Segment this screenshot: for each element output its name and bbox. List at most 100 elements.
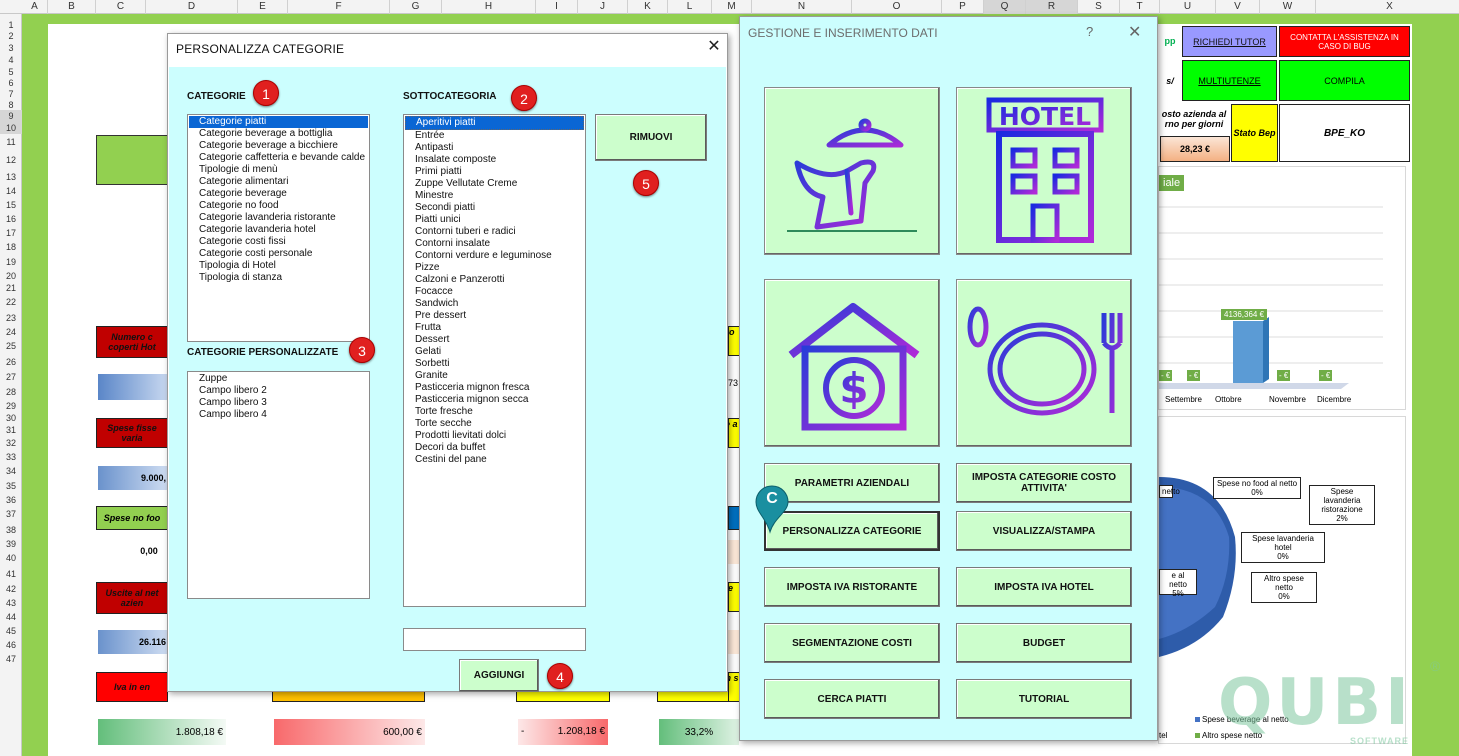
list-item[interactable]: Primi piatti xyxy=(404,166,585,178)
column-header-j[interactable]: J xyxy=(578,0,628,14)
row-header-11[interactable]: 11 xyxy=(0,134,22,150)
column-header-g[interactable]: G xyxy=(390,0,442,14)
row-header-16[interactable]: 16 xyxy=(0,212,22,226)
column-header-o[interactable]: O xyxy=(852,0,942,14)
list-item[interactable]: Prodotti lievitati dolci xyxy=(404,430,585,442)
list-item[interactable]: Granite xyxy=(404,370,585,382)
row-header-24[interactable]: 24 xyxy=(0,326,22,338)
row-header-27[interactable]: 27 xyxy=(0,370,22,384)
column-header-a[interactable]: A xyxy=(22,0,48,14)
row-header-21[interactable]: 21 xyxy=(0,282,22,294)
list-item[interactable]: Tipologia di stanza xyxy=(188,272,369,284)
column-header-h[interactable]: H xyxy=(442,0,536,14)
categorie-personalizzate-listbox[interactable]: Zuppe Campo libero 2 Campo libero 3 Campo l… xyxy=(187,371,370,599)
list-item[interactable]: Contorni tuberi e radici xyxy=(404,226,585,238)
categorie-listbox[interactable]: Categorie piatti Categorie beverage a bot… xyxy=(187,114,370,342)
column-header-c[interactable]: C xyxy=(96,0,146,14)
row-header-23[interactable]: 23 xyxy=(0,310,22,326)
row-header-14[interactable]: 14 xyxy=(0,184,22,198)
list-item[interactable]: Entrée xyxy=(404,130,585,142)
contatta-assistenza-button[interactable]: CONTATTA L'ASSISTENZA IN CASO DI BUG xyxy=(1279,26,1410,57)
list-item[interactable]: Contorni insalate xyxy=(404,238,585,250)
list-item[interactable]: Minestre xyxy=(404,190,585,202)
list-item[interactable]: Cestini del pane xyxy=(404,454,585,466)
list-item[interactable]: Zuppe Vellutate Creme xyxy=(404,178,585,190)
list-item[interactable]: Campo libero 3 xyxy=(188,397,369,409)
row-header-10[interactable]: 10 xyxy=(0,122,22,134)
row-header-37[interactable]: 37 xyxy=(0,506,22,522)
column-header-l[interactable]: L xyxy=(668,0,712,14)
compila-button[interactable]: COMPILA xyxy=(1279,60,1410,101)
imposta-iva-hotel-button[interactable]: IMPOSTA IVA HOTEL xyxy=(956,567,1132,607)
row-header-36[interactable]: 36 xyxy=(0,494,22,506)
list-item[interactable]: Secondi piatti xyxy=(404,202,585,214)
list-item[interactable]: Categorie beverage a bicchiere xyxy=(188,140,369,152)
list-item[interactable]: Categorie beverage xyxy=(188,188,369,200)
row-header-42[interactable]: 42 xyxy=(0,582,22,596)
column-header-k[interactable]: K xyxy=(628,0,668,14)
cell-value-1208-wrap[interactable]: - 1.208,18 € xyxy=(518,719,608,745)
cell-value-600[interactable]: 600,00 € xyxy=(274,719,425,745)
row-header-47[interactable]: 47 xyxy=(0,652,22,666)
row-header-43[interactable]: 43 xyxy=(0,596,22,610)
cell-spese-fisse[interactable]: Spese fisse varia xyxy=(96,418,168,448)
list-item[interactable]: Piatti unici xyxy=(404,214,585,226)
list-item[interactable]: Categorie caffetteria e bevande calde xyxy=(188,152,369,164)
close-icon[interactable]: ✕ xyxy=(1128,22,1141,42)
row-header-35[interactable]: 35 xyxy=(0,478,22,494)
list-item[interactable]: Pasticceria mignon secca xyxy=(404,394,585,406)
cell-gradient-blue-1[interactable] xyxy=(98,374,168,400)
list-item[interactable]: Aperitivi piatti xyxy=(405,116,584,130)
column-header-s[interactable]: S xyxy=(1078,0,1120,14)
row-header-39[interactable]: 39 xyxy=(0,538,22,550)
row-header-40[interactable]: 40 xyxy=(0,550,22,566)
row-header-29[interactable]: 29 xyxy=(0,400,22,412)
column-header-b[interactable]: B xyxy=(48,0,96,14)
column-header-d[interactable]: D xyxy=(146,0,238,14)
list-item[interactable]: Categorie beverage a bottiglia xyxy=(188,128,369,140)
plate-tile[interactable] xyxy=(956,279,1132,447)
list-item[interactable]: Zuppe xyxy=(188,373,369,385)
sottocategoria-listbox[interactable]: Aperitivi piatti Entrée Antipasti Insalate … xyxy=(403,114,586,607)
list-item[interactable]: Frutta xyxy=(404,322,585,334)
row-header-1[interactable]: 1 xyxy=(0,20,22,30)
row-header-26[interactable]: 26 xyxy=(0,354,22,370)
column-header-f[interactable]: F xyxy=(288,0,390,14)
column-header-u[interactable]: U xyxy=(1160,0,1216,14)
row-header-41[interactable]: 41 xyxy=(0,566,22,582)
column-header-i[interactable]: I xyxy=(536,0,578,14)
row-header-4[interactable]: 4 xyxy=(0,54,22,66)
row-header-9[interactable]: 9 xyxy=(0,110,22,122)
list-item[interactable]: Contorni verdure e leguminose xyxy=(404,250,585,262)
row-header-13[interactable]: 13 xyxy=(0,170,22,184)
cell-value-000[interactable]: 0,00 xyxy=(130,542,168,560)
imposta-categorie-costo-button[interactable]: IMPOSTA CATEGORIE COSTO ATTIVITA' xyxy=(956,463,1132,503)
column-header-e[interactable]: E xyxy=(238,0,288,14)
row-header-31[interactable]: 31 xyxy=(0,424,22,436)
parametri-aziendali-button[interactable]: PARAMETRI AZIENDALI xyxy=(764,463,940,503)
row-header-6[interactable]: 6 xyxy=(0,78,22,89)
list-item[interactable]: Decori da buffet xyxy=(404,442,585,454)
row-header-12[interactable]: 12 xyxy=(0,150,22,170)
row-header-45[interactable]: 45 xyxy=(0,624,22,638)
monthly-bar-chart[interactable]: iale 4136,364 € - € - € - € - € Settembr… xyxy=(1158,166,1406,410)
hotel-tile[interactable]: HOTEL xyxy=(956,87,1132,255)
list-item[interactable]: Campo libero 2 xyxy=(188,385,369,397)
row-header-30[interactable]: 30 xyxy=(0,412,22,424)
list-item[interactable]: Focacce xyxy=(404,286,585,298)
cell-numero-coperti[interactable]: Numero c coperti Hot xyxy=(96,326,168,358)
cell-uscite-netto[interactable]: Uscite al net azien xyxy=(96,582,168,614)
list-item[interactable]: Categorie costi fissi xyxy=(188,236,369,248)
row-header-38[interactable]: 38 xyxy=(0,522,22,538)
column-header-m[interactable]: M xyxy=(712,0,752,14)
column-header-q[interactable]: Q xyxy=(984,0,1026,14)
row-header-15[interactable]: 15 xyxy=(0,198,22,212)
list-item[interactable]: Tipologie di menù xyxy=(188,164,369,176)
rimuovi-button[interactable]: RIMUOVI xyxy=(595,114,707,161)
list-item[interactable]: Dessert xyxy=(404,334,585,346)
column-header-t[interactable]: T xyxy=(1120,0,1160,14)
row-header-19[interactable]: 19 xyxy=(0,254,22,270)
column-header-r[interactable]: R xyxy=(1026,0,1078,14)
personalizza-categorie-dialog[interactable]: PERSONALIZZA CATEGORIE ✕ CATEGORIE 1 Cat… xyxy=(167,33,728,692)
row-header-46[interactable]: 46 xyxy=(0,638,22,652)
